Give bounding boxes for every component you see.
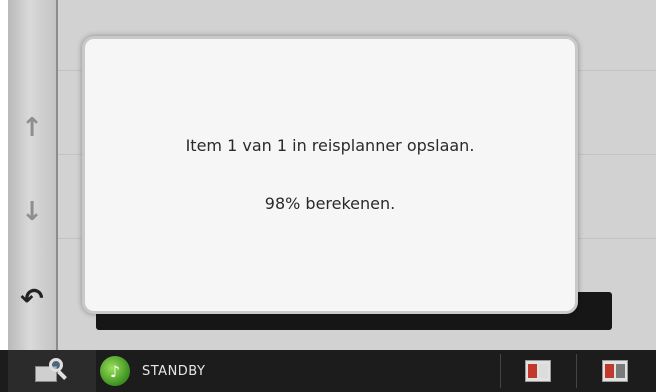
standby-label: STANDBY <box>142 363 206 379</box>
back-arrow-icon[interactable]: ↶ <box>8 278 56 318</box>
scroll-rail: ↑ ↓ ↶ <box>8 0 58 350</box>
dialog-message: Item 1 van 1 in reisplanner opslaan. <box>185 136 475 155</box>
status-bar: ♪ STANDBY <box>0 350 656 392</box>
map-search-button[interactable] <box>8 350 96 392</box>
arrow-down-icon[interactable]: ↓ <box>8 192 56 232</box>
screen-split-button[interactable] <box>580 350 650 392</box>
divider <box>576 354 577 388</box>
progress-text: 98% berekenen. <box>264 194 396 213</box>
screen-split-icon <box>602 360 628 382</box>
screen-mode-icon <box>525 360 551 382</box>
audio-source-icon: ♪ <box>100 356 130 386</box>
screen-mode-button[interactable] <box>506 350 570 392</box>
divider <box>500 354 501 388</box>
arrow-up-icon[interactable]: ↑ <box>8 108 56 148</box>
standby-button[interactable]: ♪ STANDBY <box>100 350 280 392</box>
progress-dialog: Item 1 van 1 in reisplanner opslaan. 98%… <box>82 36 578 314</box>
screen: ↑ ↓ ↶ Item 1 van 1 in reisplanner opslaa… <box>0 0 656 392</box>
map-search-icon <box>35 358 69 384</box>
